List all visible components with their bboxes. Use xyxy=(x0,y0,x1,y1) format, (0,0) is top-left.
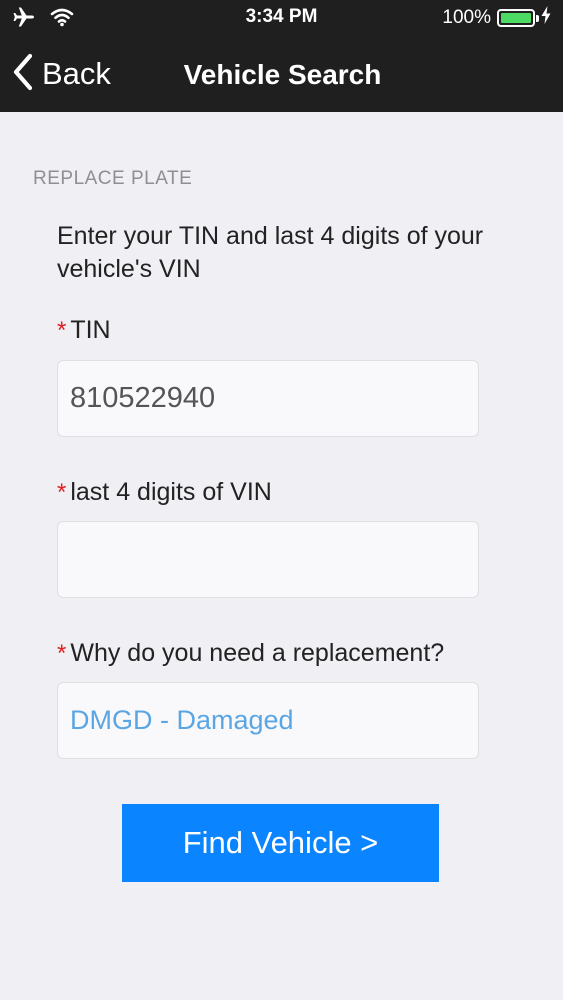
vin-label: * last 4 digits of VIN xyxy=(57,478,272,507)
battery-icon xyxy=(497,9,539,27)
reason-label: * Why do you need a replacement? xyxy=(57,639,444,668)
navigation-bar: Vehicle Search Back xyxy=(0,40,563,110)
tin-label: * TIN xyxy=(57,316,111,345)
battery-cap xyxy=(536,15,539,22)
header-bar: 3:34 PM 100% Vehicle Search Back xyxy=(0,0,563,112)
back-label: Back xyxy=(42,56,111,91)
instructions-text: Enter your TIN and last 4 digits of your… xyxy=(57,222,484,283)
tin-label-text: TIN xyxy=(70,316,111,344)
section-label: REPLACE PLATE xyxy=(33,168,193,189)
chevron-left-icon xyxy=(12,53,34,96)
battery-fill xyxy=(501,13,531,23)
status-right: 100% xyxy=(442,6,551,30)
required-marker: * xyxy=(57,479,67,506)
reason-select[interactable]: DMGD - Damaged xyxy=(57,682,479,759)
reason-label-text: Why do you need a replacement? xyxy=(70,639,445,667)
find-vehicle-button[interactable]: Find Vehicle > xyxy=(122,804,439,882)
vin-input[interactable] xyxy=(70,543,466,576)
required-marker: * xyxy=(57,317,67,344)
required-marker: * xyxy=(57,640,67,667)
back-button[interactable]: Back xyxy=(12,52,111,96)
form-content: REPLACE PLATE Enter your TIN and last 4 … xyxy=(0,112,563,1000)
status-bar: 3:34 PM 100% xyxy=(0,0,563,36)
reason-select-value: DMGD - Damaged xyxy=(70,705,294,735)
tin-input[interactable] xyxy=(70,382,466,415)
vin-field[interactable] xyxy=(57,521,479,598)
vin-label-text: last 4 digits of VIN xyxy=(70,478,272,506)
battery-percent: 100% xyxy=(442,7,491,28)
tin-field[interactable] xyxy=(57,360,479,437)
charging-bolt-icon xyxy=(541,6,551,30)
